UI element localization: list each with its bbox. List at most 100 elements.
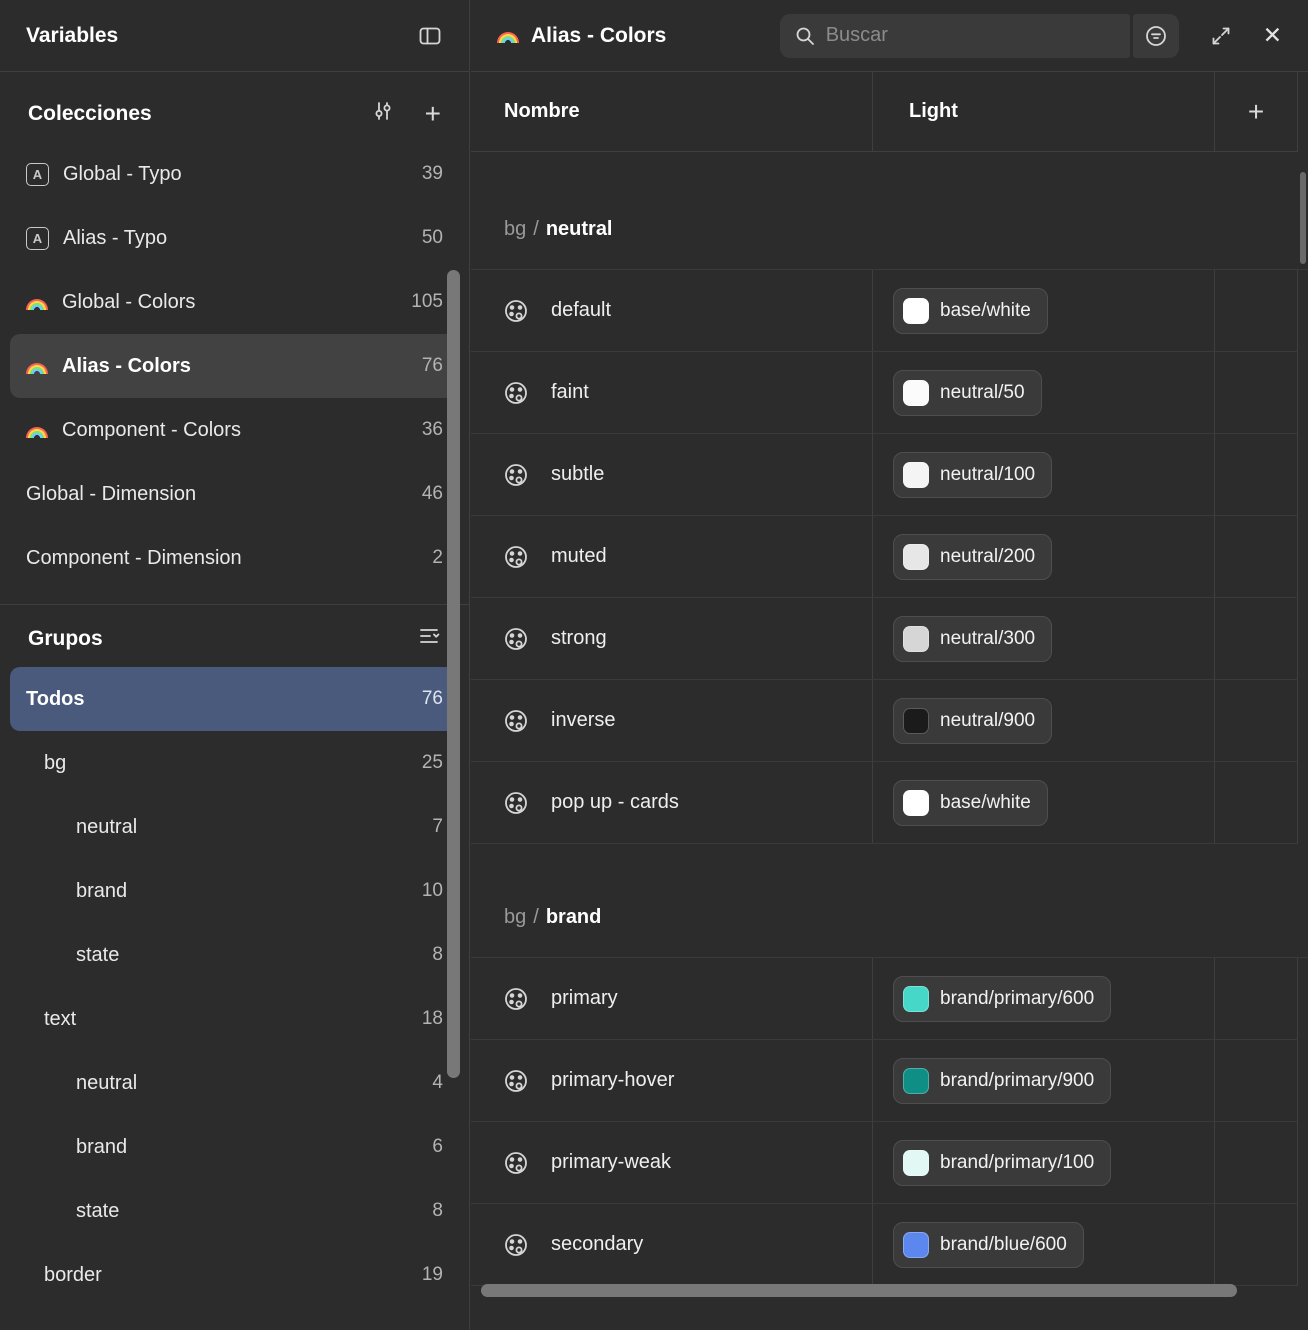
collapse-groups-button[interactable] [417,624,441,654]
plus-icon: + [1247,95,1265,127]
sidebar-item-component-colors[interactable]: Component - Colors 36 [10,398,459,462]
group-prefix: bg [504,218,527,240]
color-swatch [903,985,929,1012]
variable-value-chip[interactable]: base/white [893,287,1048,334]
collections-section: Colecciones + A Global - Typo 39 A Alias… [0,72,469,590]
group-label: Todos [26,687,85,710]
filter-button[interactable] [1132,13,1179,58]
variable-value-chip[interactable]: neutral/100 [893,451,1053,498]
variable-row-secondary[interactable]: secondary brand/blue/600 [471,1204,1298,1286]
variable-row-faint[interactable]: faint neutral/50 [471,352,1298,434]
sidebar-item-component-dimension[interactable]: Component - Dimension 2 [10,526,459,590]
group-item-border[interactable]: border 19 [10,1243,459,1307]
collection-count: 46 [421,483,443,504]
variable-value-chip[interactable]: brand/primary/100 [893,1139,1112,1186]
close-icon: ✕ [1262,22,1282,48]
color-swatch [903,1067,929,1094]
variable-value-chip[interactable]: neutral/200 [893,533,1053,580]
group-label: neutral [76,815,138,838]
group-item-bg-neutral[interactable]: neutral 7 [10,795,459,859]
variable-row-primary[interactable]: primary brand/primary/600 [471,958,1298,1040]
collections-heading: Colecciones [28,102,152,125]
variable-name: faint [551,381,589,403]
group-label: border [44,1263,102,1286]
group-prefix: bg [504,906,527,928]
group-separator: / [533,906,539,928]
group-item-text[interactable]: text 18 [10,987,459,1051]
group-item-bg[interactable]: bg 25 [10,731,459,795]
rainbow-icon [26,362,48,374]
group-count: 4 [432,1072,443,1093]
group-heading-bg-brand: bg / brand [471,844,1308,958]
collection-label: Global - Colors [62,290,196,313]
group-item-text-neutral[interactable]: neutral 4 [10,1051,459,1115]
groups-heading: Grupos [28,627,103,650]
adjust-filters-button[interactable] [371,99,395,129]
close-panel-button[interactable]: ✕ [1263,24,1282,47]
group-label: neutral [76,1071,138,1094]
variable-value-chip[interactable]: brand/primary/900 [893,1057,1112,1104]
group-count: 8 [432,1200,443,1221]
color-swatch [903,625,929,652]
sidebar-item-global-typo[interactable]: A Global - Typo 39 [10,142,459,206]
color-swatch [903,543,929,570]
sidebar-scrollbar[interactable] [447,270,460,1078]
column-header-light[interactable]: Light [873,72,1215,151]
group-item-bg-brand[interactable]: brand 10 [10,859,459,923]
variable-value-chip[interactable]: brand/blue/600 [893,1221,1084,1268]
collection-label: Alias - Colors [62,354,191,377]
group-item-text-state[interactable]: state 8 [10,1179,459,1243]
panel-vertical-scrollbar[interactable] [1300,172,1306,264]
variable-row-pop-up-cards[interactable]: pop up - cards base/white [471,762,1298,844]
variable-value-chip[interactable]: brand/primary/600 [893,975,1112,1022]
sidebar-item-alias-colors[interactable]: Alias - Colors 76 [10,334,459,398]
palette-icon [505,791,527,814]
panel-horizontal-scrollbar[interactable] [481,1284,1237,1297]
search-input[interactable] [825,24,1116,47]
palette-icon [505,987,527,1010]
group-label: text [44,1007,77,1030]
group-count: 6 [432,1136,443,1157]
sidebar-item-global-dimension[interactable]: Global - Dimension 46 [10,462,459,526]
group-heading-bg-neutral: bg / neutral [471,152,1308,270]
collection-label: Component - Colors [62,418,241,441]
sidebar-item-alias-typo[interactable]: A Alias - Typo 50 [10,206,459,270]
variable-row-subtle[interactable]: subtle neutral/100 [471,434,1298,516]
expand-panel-button[interactable] [1209,24,1233,48]
variable-value-chip[interactable]: base/white [893,779,1048,826]
collection-count: 2 [432,547,443,568]
collection-count: 39 [421,163,443,184]
sidebar-item-global-colors[interactable]: Global - Colors 105 [10,270,459,334]
add-collection-button[interactable]: + [425,100,441,128]
group-count: 19 [421,1264,443,1285]
variable-row-muted[interactable]: muted neutral/200 [471,516,1298,598]
variable-row-primary-weak[interactable]: primary-weak brand/primary/100 [471,1122,1298,1204]
color-swatch [903,707,929,734]
group-label: state [76,943,120,966]
toggle-sidebar-button[interactable] [417,23,443,49]
table-header-row: Nombre Light + [471,72,1298,152]
variable-value: neutral/50 [940,381,1025,403]
group-item-todos[interactable]: Todos 76 [10,667,459,731]
variable-value: neutral/300 [940,627,1036,649]
group-name: brand [545,906,602,928]
group-item-text-brand[interactable]: brand 6 [10,1115,459,1179]
palette-icon [505,545,527,568]
group-count: 10 [421,880,443,901]
variable-value: neutral/200 [940,545,1036,567]
collection-count: 76 [421,355,443,376]
panel-title-row: Alias - Colors [497,24,666,48]
variable-row-primary-hover[interactable]: primary-hover brand/primary/900 [471,1040,1298,1122]
color-swatch [903,1149,929,1176]
variable-value-chip[interactable]: neutral/50 [893,369,1042,416]
variables-table-panel: Alias - Colors ✕ Nomb [471,0,1308,1330]
variable-value-chip[interactable]: neutral/300 [893,615,1053,662]
variable-name: primary-weak [551,1151,672,1173]
variable-row-default[interactable]: default base/white [471,270,1298,352]
variable-name: default [551,299,612,321]
add-mode-button[interactable]: + [1215,72,1298,151]
variable-row-strong[interactable]: strong neutral/300 [471,598,1298,680]
variable-row-inverse[interactable]: inverse neutral/900 [471,680,1298,762]
variable-value-chip[interactable]: neutral/900 [893,697,1053,744]
group-item-bg-state[interactable]: state 8 [10,923,459,987]
